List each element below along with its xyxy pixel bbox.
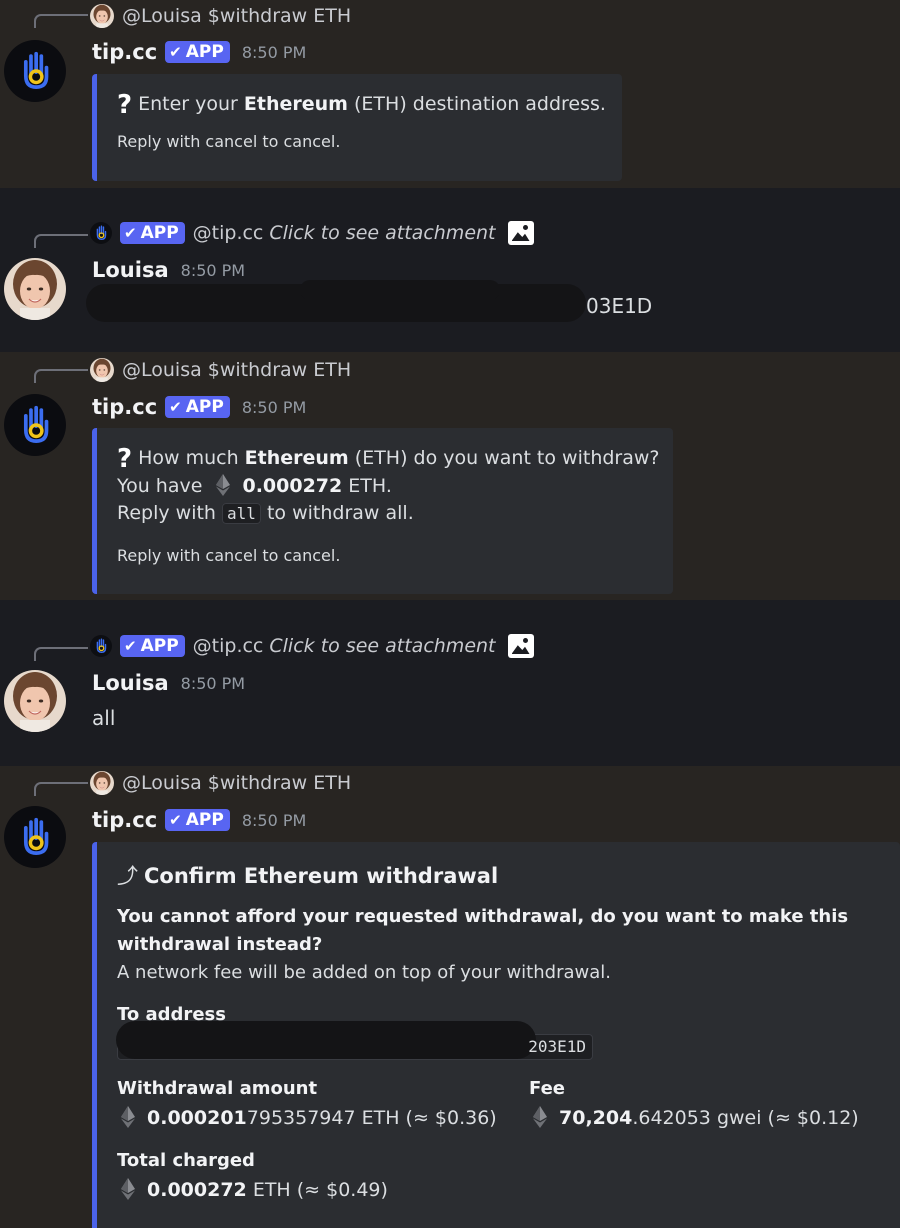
field-value-fee: 70,204.642053 gwei (≈ $0.12) <box>529 1106 859 1129</box>
field-value-withdrawal: 0.000201795357947 ETH (≈ $0.36) <box>117 1106 497 1129</box>
reply-connector <box>34 14 88 28</box>
reply-reference[interactable]: @Louisa $withdraw ETH <box>90 357 351 383</box>
embed: ⤴ Confirm Ethereum withdrawal You cannot … <box>92 842 900 1228</box>
message-text: all <box>92 706 116 730</box>
attachment-link[interactable]: Click to see attachment <box>269 222 495 244</box>
embed-instruction: Reply with all to withdraw all. <box>117 502 414 524</box>
check-icon: ✔ <box>169 398 182 416</box>
reply-reference[interactable]: ✔ APP @tip.cc Click to see attachment <box>90 220 534 246</box>
username[interactable]: tip.cc <box>92 395 157 419</box>
withdraw-arrow-icon: ⤴ <box>117 864 138 888</box>
username[interactable]: Louisa <box>92 258 169 282</box>
embed-note: A network fee will be added on top of yo… <box>117 962 611 983</box>
reply-user[interactable]: @tip.cc <box>193 222 264 244</box>
reply-reference[interactable]: ✔ APP @tip.cc Click to see attachment <box>90 633 534 659</box>
reply-reference[interactable]: @Louisa $withdraw ETH <box>90 770 351 796</box>
message-header: Louisa 8:50 PM <box>92 258 245 282</box>
reply-reference[interactable]: @Louisa $withdraw ETH <box>90 3 351 29</box>
message-header: tip.cc ✔ APP 8:50 PM <box>92 395 306 419</box>
message-text: 03E1D <box>586 294 653 318</box>
question-icon: ? <box>117 90 133 120</box>
reply-connector <box>34 234 88 248</box>
reply-user[interactable]: @Louisa <box>122 5 202 27</box>
inline-code: all <box>222 503 261 524</box>
avatar[interactable] <box>4 40 66 102</box>
username[interactable]: tip.cc <box>92 808 157 832</box>
check-icon: ✔ <box>124 224 137 242</box>
reply-user[interactable]: @tip.cc <box>193 635 264 657</box>
field-value-total: 0.000272 ETH (≈ $0.49) <box>117 1178 388 1201</box>
username[interactable]: tip.cc <box>92 40 157 64</box>
message-header: tip.cc ✔ APP 8:50 PM <box>92 808 306 832</box>
reply-user[interactable]: @Louisa <box>122 772 202 794</box>
address-value: 203E1D <box>528 1037 586 1056</box>
attachment-link[interactable]: Click to see attachment <box>269 635 495 657</box>
ethereum-icon <box>121 1178 135 1200</box>
embed: ? How much Ethereum (ETH) do you want to … <box>92 428 673 594</box>
avatar[interactable] <box>4 670 66 732</box>
avatar-mini <box>90 4 114 28</box>
reply-connector <box>34 369 88 383</box>
timestamp[interactable]: 8:50 PM <box>181 674 245 693</box>
app-badge: ✔ APP <box>120 635 185 657</box>
timestamp[interactable]: 8:50 PM <box>242 398 306 417</box>
check-icon: ✔ <box>124 637 137 655</box>
reply-connector <box>34 782 88 796</box>
ethereum-icon <box>216 474 230 496</box>
embed-cancel-note: Reply with cancel to cancel. <box>117 546 341 565</box>
tipcc-mini-icon <box>90 635 112 657</box>
redaction <box>300 280 500 300</box>
field-label-fee: Fee <box>529 1078 565 1099</box>
timestamp[interactable]: 8:50 PM <box>242 43 306 62</box>
app-badge: ✔ APP <box>165 396 230 418</box>
avatar[interactable] <box>4 394 66 456</box>
app-badge: ✔ APP <box>165 41 230 63</box>
embed-title: ⤴ Confirm Ethereum withdrawal <box>117 864 499 888</box>
field-label-withdrawal: Withdrawal amount <box>117 1078 318 1099</box>
avatar[interactable] <box>4 258 66 320</box>
embed-warning: withdrawal instead? <box>117 934 323 955</box>
embed-warning: You cannot afford your requested withdra… <box>117 906 849 927</box>
tipcc-mini-icon <box>90 222 112 244</box>
ethereum-icon <box>121 1106 135 1128</box>
reply-text: $withdraw ETH <box>207 5 352 27</box>
avatar-mini <box>90 771 114 795</box>
embed-cancel-note: Reply with cancel to cancel. <box>117 132 341 151</box>
image-icon[interactable] <box>507 634 534 658</box>
embed-question: ? Enter your Ethereum (ETH) destination a… <box>117 90 606 120</box>
app-badge: ✔ APP <box>120 222 185 244</box>
reply-connector <box>34 647 88 661</box>
check-icon: ✔ <box>169 811 182 829</box>
reply-text: $withdraw ETH <box>207 772 352 794</box>
app-badge: ✔ APP <box>165 809 230 831</box>
address-code-block: 203E1D <box>116 1021 593 1060</box>
ethereum-icon <box>533 1106 547 1128</box>
timestamp[interactable]: 8:50 PM <box>242 811 306 830</box>
reply-text: $withdraw ETH <box>207 359 352 381</box>
check-icon: ✔ <box>169 43 182 61</box>
message-header: tip.cc ✔ APP 8:50 PM <box>92 40 306 64</box>
timestamp[interactable]: 8:50 PM <box>181 261 245 280</box>
avatar-mini <box>90 358 114 382</box>
avatar[interactable] <box>4 806 66 868</box>
embed: ? Enter your Ethereum (ETH) destination a… <box>92 74 622 181</box>
username[interactable]: Louisa <box>92 671 169 695</box>
message-header: Louisa 8:50 PM <box>92 671 245 695</box>
embed-question: ? How much Ethereum (ETH) do you want to … <box>117 444 660 474</box>
redaction <box>116 1021 536 1059</box>
reply-user[interactable]: @Louisa <box>122 359 202 381</box>
field-label-total: Total charged <box>117 1150 255 1171</box>
question-icon: ? <box>117 444 133 474</box>
image-icon[interactable] <box>507 221 534 245</box>
embed-balance: You have 0.000272 ETH. <box>117 474 392 497</box>
